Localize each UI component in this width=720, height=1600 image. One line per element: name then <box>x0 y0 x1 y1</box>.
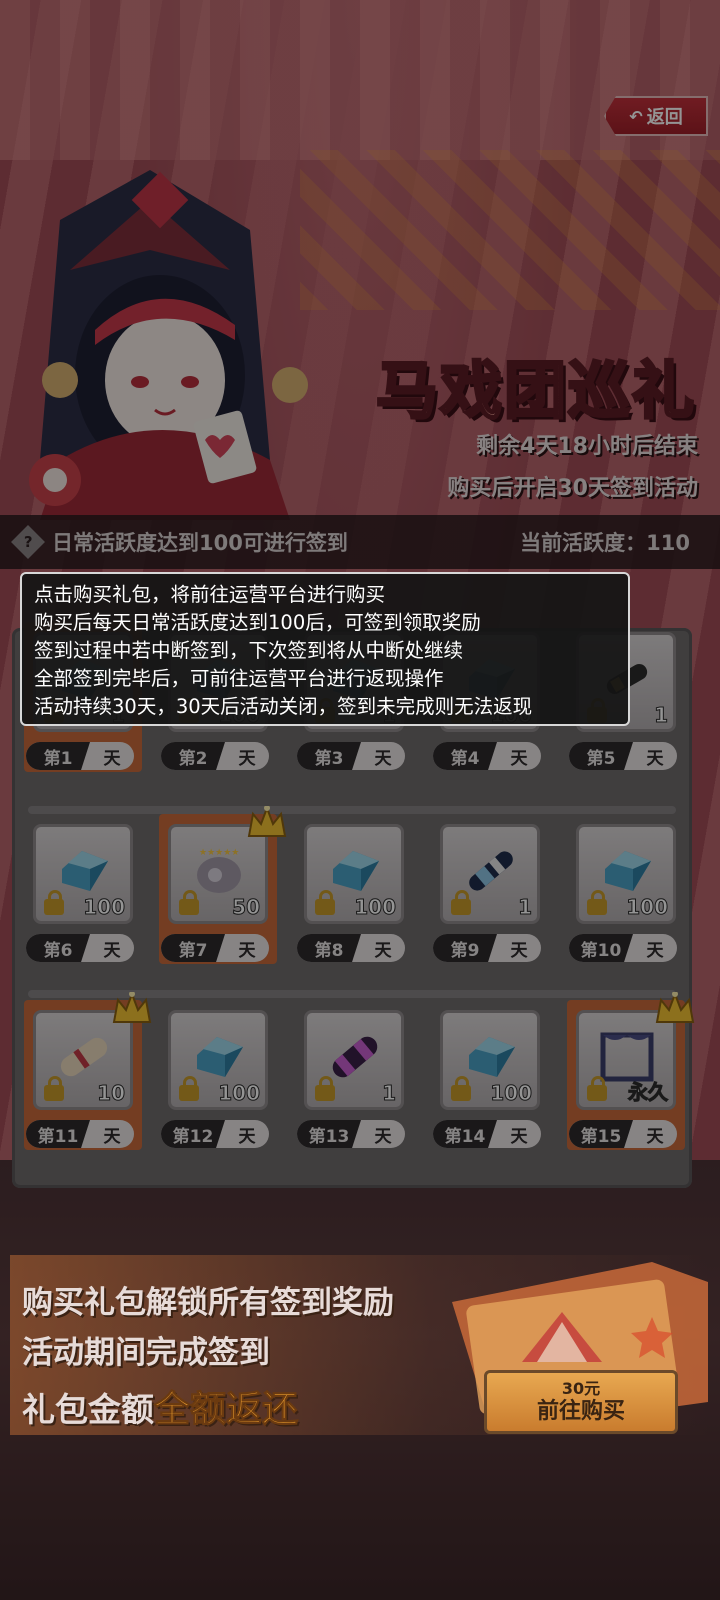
promo-line-1: 购买礼包解锁所有签到奖励 <box>22 1285 394 1321</box>
promo-line-2: 活动期间完成签到 <box>22 1335 270 1371</box>
rules-tooltip: 点击购买礼包，将前往运营平台进行购买 购买后每天日常活跃度达到100后，可签到领… <box>20 572 630 726</box>
tooltip-line: 购买后每天日常活跃度达到100后，可签到领取奖励 <box>34 611 481 634</box>
promo-refund-highlight: 全额返还 <box>153 1389 299 1431</box>
promo-line-3-prefix: 礼包金额 <box>22 1390 154 1429</box>
go-buy-button[interactable]: 30元 前往购买 <box>484 1370 678 1434</box>
screen: ↶ 返回 马戏团巡礼 剩余4天18小时后结束 购买后开启30天签到活动 ? 日常… <box>0 0 720 1600</box>
tooltip-line: 签到过程中若中断签到，下次签到将从中断处继续 <box>34 639 464 662</box>
tooltip-line: 全部签到完毕后，可前往运营平台进行返现操作 <box>34 667 444 690</box>
tooltip-line: 活动持续30天，30天后活动关闭，签到未完成则无法返现 <box>34 695 533 718</box>
promo-line-3: 礼包金额全额返还 <box>22 1380 299 1432</box>
tooltip-line: 点击购买礼包，将前往运营平台进行购买 <box>34 583 386 606</box>
buy-label: 前往购买 <box>536 1399 625 1424</box>
buy-price: 30元 <box>561 1379 601 1398</box>
